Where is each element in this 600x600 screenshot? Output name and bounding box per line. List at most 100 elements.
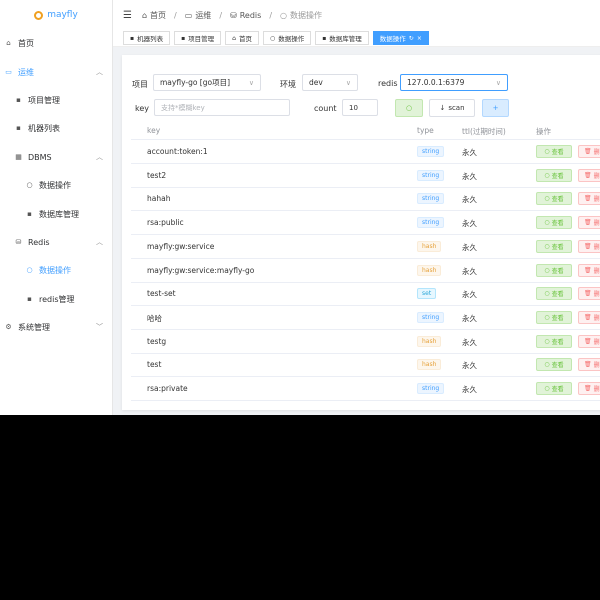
view-button[interactable]: ○ 查看	[536, 216, 572, 230]
delete-button[interactable]: 🗑删除	[578, 263, 600, 277]
delete-button[interactable]: 🗑删除	[578, 168, 600, 182]
view-button[interactable]: ○ 查看	[536, 382, 572, 395]
delete-label: 删除	[593, 172, 600, 180]
view-button[interactable]: ○ 查看	[536, 358, 572, 372]
sidebar-item-redis-manage[interactable]: ▪ redis管理	[0, 289, 113, 309]
project-label: 项目	[132, 80, 148, 89]
trash-icon: 🗑	[584, 266, 592, 274]
delete-button[interactable]: 🗑删除	[578, 287, 600, 301]
trash-icon: 🗑	[584, 361, 592, 369]
env-select[interactable]: dev ∨	[302, 74, 358, 91]
type-badge: string	[417, 169, 445, 181]
breadcrumb-ops[interactable]: ▭ 运维	[185, 10, 212, 21]
sidebar-item-db-data-ops[interactable]: ○ 数据操作	[0, 175, 113, 195]
delete-button[interactable]: 🗑删除	[578, 239, 600, 253]
scan-label: scan	[448, 104, 465, 112]
view-label: 查看	[551, 314, 564, 322]
key-cell: account:token:1	[147, 147, 208, 156]
sidebar-item-redis-data-ops[interactable]: ○ 数据操作	[0, 260, 113, 280]
view-button[interactable]: ○ 查看	[536, 334, 572, 348]
column-header-key[interactable]: key	[147, 126, 160, 135]
ttl-cell: 永久	[462, 313, 477, 323]
trash-icon: 🗑	[584, 313, 592, 321]
sidebar-item-db-manage[interactable]: ▪ 数据库管理	[0, 204, 113, 224]
delete-button[interactable]: 🗑删除	[578, 216, 600, 230]
delete-button[interactable]: 🗑删除	[578, 382, 600, 395]
column-header-type[interactable]: type	[417, 126, 434, 135]
type-badge: hash	[417, 240, 442, 252]
close-icon[interactable]: ×	[417, 35, 422, 42]
view-button[interactable]: ○ 查看	[536, 263, 572, 277]
trash-icon: 🗑	[584, 219, 592, 227]
delete-button[interactable]: 🗑删除	[578, 145, 600, 158]
home-icon: ⌂	[6, 39, 11, 47]
trash-icon: 🗑	[584, 242, 592, 250]
menu-toggle-icon[interactable]: ☰	[123, 10, 132, 21]
search-icon: ○	[26, 266, 33, 274]
sidebar-item-system[interactable]: ⚙ 系统管理 ﹀	[0, 317, 113, 337]
project-select[interactable]: mayfly-go [go项目] ∨	[153, 74, 261, 91]
delete-label: 删除	[593, 243, 600, 251]
sidebar-item-machines[interactable]: ▪ 机器列表	[0, 118, 113, 138]
view-button[interactable]: ○ 查看	[536, 145, 572, 158]
type-badge: hash	[417, 359, 442, 371]
tag-view-tabs: ▪ 机器列表 ▪ 项目管理 ⌂ 首页 ○ 数据操作 ▪ 数据库管理 数据操作 ↻ ×	[113, 30, 600, 47]
grid-icon: ▪	[130, 34, 135, 42]
logo[interactable]: mayfly	[0, 0, 112, 30]
search-icon: ○	[26, 181, 33, 189]
search-icon: ○	[544, 242, 550, 250]
count-input[interactable]: 10	[342, 99, 378, 116]
sidebar-item-label: 数据操作	[39, 180, 71, 190]
tab-label: 机器列表	[137, 35, 164, 43]
sidebar-item-ops[interactable]: ▭ 运维 ︿	[0, 62, 113, 82]
sidebar-item-label: 首页	[18, 38, 34, 48]
sidebar-item-redis[interactable]: ⛁ Redis ︿	[0, 232, 113, 252]
tab-projects[interactable]: ▪ 项目管理	[174, 31, 222, 45]
delete-button[interactable]: 🗑删除	[578, 192, 600, 206]
search-icon: ○	[544, 195, 550, 203]
delete-label: 删除	[593, 267, 600, 275]
add-key-button[interactable]: +	[482, 99, 509, 117]
table-row: rsa:public string 永久 ○查看 🗑删除	[131, 211, 600, 236]
tab-label: 项目管理	[188, 35, 215, 43]
view-button[interactable]: ○ 查看	[536, 168, 572, 182]
table-row: test2 string 永久 ○查看 🗑删除	[131, 164, 600, 188]
tab-machines[interactable]: ▪ 机器列表	[123, 31, 171, 45]
delete-button[interactable]: 🗑删除	[578, 310, 600, 324]
search-icon: ○	[269, 34, 276, 42]
sidebar: mayfly ⌂ 首页 ▭ 运维 ︿ ▪ 项目管理 ▪ 机器列表 ▦ DBMS …	[0, 0, 113, 415]
empty-screen-area	[0, 415, 600, 600]
view-button[interactable]: ○ 查看	[536, 287, 572, 301]
scan-button[interactable]: ↓ scan	[429, 99, 475, 117]
delete-button[interactable]: 🗑删除	[578, 358, 600, 372]
view-label: 查看	[551, 149, 564, 156]
delete-button[interactable]: 🗑删除	[578, 334, 600, 348]
refresh-icon[interactable]: ↻	[409, 35, 414, 42]
search-button[interactable]: ○	[395, 99, 423, 117]
delete-label: 删除	[593, 314, 600, 322]
tab-db-data-ops[interactable]: ○ 数据操作	[262, 31, 312, 45]
redis-select[interactable]: 127.0.0.1:6379 ∨	[400, 74, 508, 91]
table-row: rsa:private string 永久 ○查看 🗑删除	[131, 377, 600, 401]
tab-db-manage[interactable]: ▪ 数据库管理	[315, 31, 369, 45]
sidebar-item-projects[interactable]: ▪ 项目管理	[0, 90, 113, 110]
sidebar-item-home[interactable]: ⌂ 首页	[0, 33, 113, 53]
search-icon: ○	[544, 385, 550, 392]
key-cell: test2	[147, 170, 167, 180]
tab-redis-data-ops[interactable]: 数据操作 ↻ ×	[372, 31, 429, 45]
key-search-input[interactable]: 支持*模糊key	[154, 99, 290, 116]
breadcrumb-home[interactable]: ⌂ 首页	[142, 10, 166, 21]
search-icon: ○	[405, 104, 413, 112]
sidebar-item-dbms[interactable]: ▦ DBMS ︿	[0, 147, 113, 167]
ttl-cell: 永久	[462, 290, 477, 300]
sidebar-item-label: 数据操作	[39, 265, 71, 275]
key-label: key	[135, 104, 150, 113]
view-button[interactable]: ○ 查看	[536, 239, 572, 253]
monitor-icon: ▭	[184, 10, 193, 20]
column-header-ttl[interactable]: ttl(过期时间)	[462, 126, 506, 137]
view-button[interactable]: ○ 查看	[536, 310, 572, 324]
view-button[interactable]: ○ 查看	[536, 192, 572, 206]
breadcrumb-redis[interactable]: ⛁ Redis	[230, 11, 261, 20]
tab-home[interactable]: ⌂ 首页	[225, 31, 259, 45]
redis-label: redis	[378, 79, 398, 88]
